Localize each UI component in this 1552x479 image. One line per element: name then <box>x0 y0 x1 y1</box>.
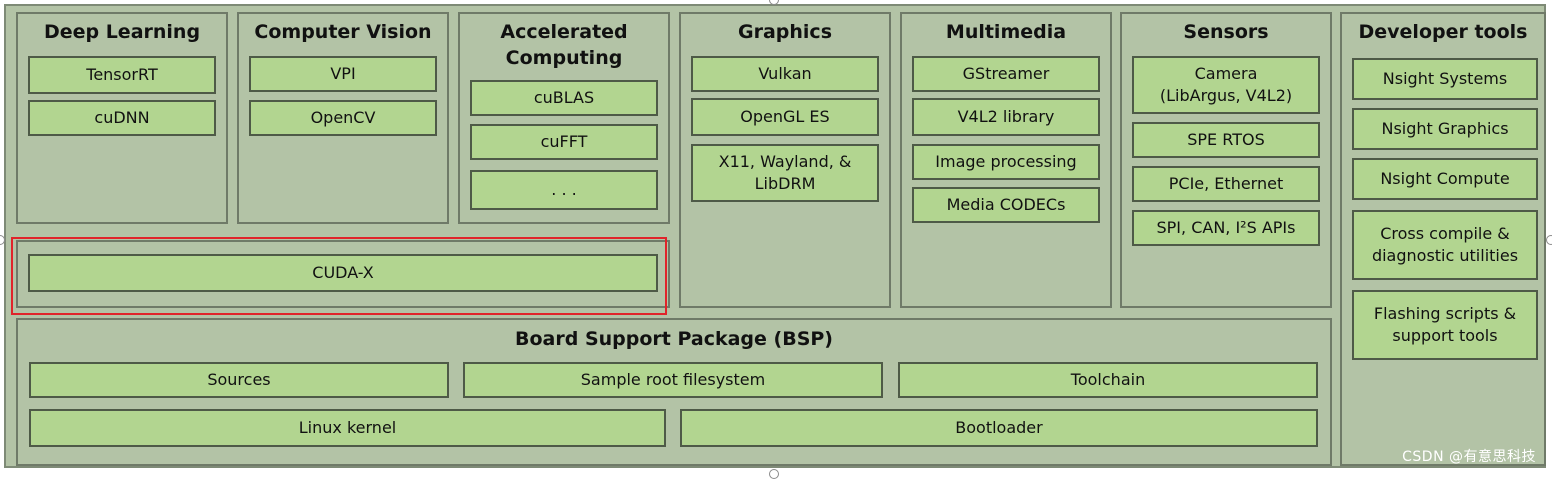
selection-handle[interactable] <box>769 469 779 479</box>
item-flashing-scripts: Flashing scripts & support tools <box>1352 290 1538 360</box>
panel-sensors: Sensors Camera (LibArgus, V4L2) SPE RTOS… <box>1120 12 1332 308</box>
item-tensorrt: TensorRT <box>28 56 216 94</box>
panel-title: Deep Learning <box>43 21 201 43</box>
watermark: CSDN @有意思科技 <box>1402 449 1536 465</box>
item-cross-compile: Cross compile & diagnostic utilities <box>1352 210 1538 280</box>
item-x11-wayland-libdrm: X11, Wayland, & LibDRM <box>691 144 879 202</box>
item-opengl-es: OpenGL ES <box>691 98 879 136</box>
panel-deep-learning: Deep Learning TensorRT cuDNN <box>16 12 228 224</box>
item-sample-rootfs: Sample root filesystem <box>463 362 883 398</box>
item-nsight-graphics: Nsight Graphics <box>1352 108 1538 150</box>
item-toolchain: Toolchain <box>898 362 1318 398</box>
panel-title: Computer Vision <box>254 21 432 43</box>
item-nsight-systems: Nsight Systems <box>1352 58 1538 100</box>
panel-graphics: Graphics Vulkan OpenGL ES X11, Wayland, … <box>679 12 891 308</box>
item-bootloader: Bootloader <box>680 409 1318 447</box>
item-spe-rtos: SPE RTOS <box>1132 122 1320 158</box>
panel-developer-tools: Developer tools Nsight Systems Nsight Gr… <box>1340 12 1546 466</box>
panel-computer-vision: Computer Vision VPI OpenCV <box>237 12 449 224</box>
item-image-processing: Image processing <box>912 144 1100 180</box>
item-linux-kernel: Linux kernel <box>29 409 666 447</box>
item-vulkan: Vulkan <box>691 56 879 92</box>
panel-title: Graphics <box>738 21 832 43</box>
item-spi-can-i2s: SPI, CAN, I²S APIs <box>1132 210 1320 246</box>
item-vpi: VPI <box>249 56 437 92</box>
item-media-codecs: Media CODECs <box>912 187 1100 223</box>
item-v4l2-library: V4L2 library <box>912 98 1100 136</box>
panel-title: Board Support Package (BSP) <box>515 328 833 350</box>
item-ellipsis: . . . <box>470 170 658 210</box>
highlight-box <box>11 237 667 315</box>
jetpack-architecture-diagram: Deep Learning TensorRT cuDNN Computer Vi… <box>0 0 1552 479</box>
item-gstreamer: GStreamer <box>912 56 1100 92</box>
selection-handle[interactable] <box>1546 235 1552 245</box>
panel-title: Developer tools <box>1358 21 1528 43</box>
item-cudnn: cuDNN <box>28 100 216 136</box>
item-cufft: cuFFT <box>470 124 658 160</box>
panel-title: Sensors <box>1183 21 1269 43</box>
panel-title: Multimedia <box>945 21 1067 43</box>
panel-title: Accelerated Computing <box>500 21 628 69</box>
item-sources: Sources <box>29 362 449 398</box>
panel-accelerated-computing: Accelerated Computing cuBLAS cuFFT . . . <box>458 12 670 224</box>
item-pcie-ethernet: PCIe, Ethernet <box>1132 166 1320 202</box>
item-opencv: OpenCV <box>249 100 437 136</box>
panel-bsp: Board Support Package (BSP) Sources Samp… <box>16 318 1332 466</box>
item-cublas: cuBLAS <box>470 80 658 116</box>
item-nsight-compute: Nsight Compute <box>1352 158 1538 200</box>
panel-multimedia: Multimedia GStreamer V4L2 library Image … <box>900 12 1112 308</box>
item-camera: Camera (LibArgus, V4L2) <box>1132 56 1320 114</box>
